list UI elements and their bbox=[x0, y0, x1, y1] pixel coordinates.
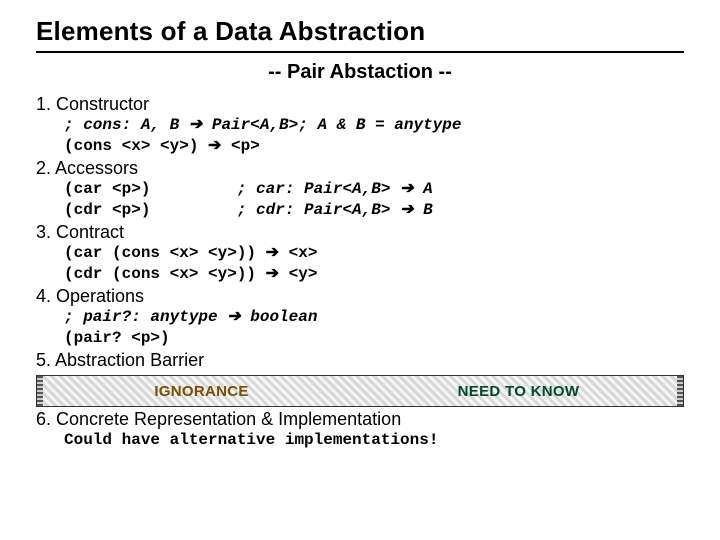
code-cdr: (cdr <p>) ; cdr: Pair<A,B> ➔ B bbox=[64, 200, 684, 220]
slide: Elements of a Data Abstraction -- Pair A… bbox=[0, 0, 720, 450]
section-operations: 4. Operations bbox=[36, 286, 684, 307]
subtitle: -- Pair Abstaction -- bbox=[36, 61, 684, 84]
code-contract-cdr: (cdr (cons <x> <y>)) ➔ <y> bbox=[64, 264, 684, 284]
impl-note: Could have alternative implementations! bbox=[64, 430, 684, 450]
arrow-icon: ➔ bbox=[266, 265, 279, 282]
barrier-label-ignorance: IGNORANCE bbox=[43, 383, 360, 400]
barrier-bar: IGNORANCE NEED TO KNOW bbox=[36, 375, 684, 407]
arrow-icon: ➔ bbox=[400, 201, 413, 218]
code-contract-car: (car (cons <x> <y>)) ➔ <x> bbox=[64, 243, 684, 263]
section-barrier: 5. Abstraction Barrier bbox=[36, 350, 684, 371]
section-accessors: 2. Accessors bbox=[36, 158, 684, 179]
code-cons-sig: ; cons: A, B ➔ Pair<A,B>; A & B = anytyp… bbox=[64, 115, 684, 135]
section-constructor: 1. Constructor bbox=[36, 94, 684, 115]
code-car: (car <p>) ; car: Pair<A,B> ➔ A bbox=[64, 179, 684, 199]
arrow-icon: ➔ bbox=[208, 137, 221, 154]
code-pairq-sig: ; pair?: anytype ➔ boolean bbox=[64, 307, 684, 327]
abstraction-barrier: IGNORANCE NEED TO KNOW bbox=[36, 375, 684, 407]
barrier-label-need: NEED TO KNOW bbox=[360, 383, 677, 400]
code-pairq-call: (pair? <p>) bbox=[64, 328, 684, 348]
arrow-icon: ➔ bbox=[227, 308, 240, 325]
section-implementation: 6. Concrete Representation & Implementat… bbox=[36, 409, 684, 430]
code-cons-call: (cons <x> <y>) ➔ <p> bbox=[64, 136, 684, 156]
grip-icon bbox=[677, 376, 683, 406]
section-contract: 3. Contract bbox=[36, 222, 684, 243]
page-title: Elements of a Data Abstraction bbox=[36, 16, 684, 53]
arrow-icon: ➔ bbox=[189, 116, 202, 133]
arrow-icon: ➔ bbox=[400, 180, 413, 197]
arrow-icon: ➔ bbox=[266, 244, 279, 261]
